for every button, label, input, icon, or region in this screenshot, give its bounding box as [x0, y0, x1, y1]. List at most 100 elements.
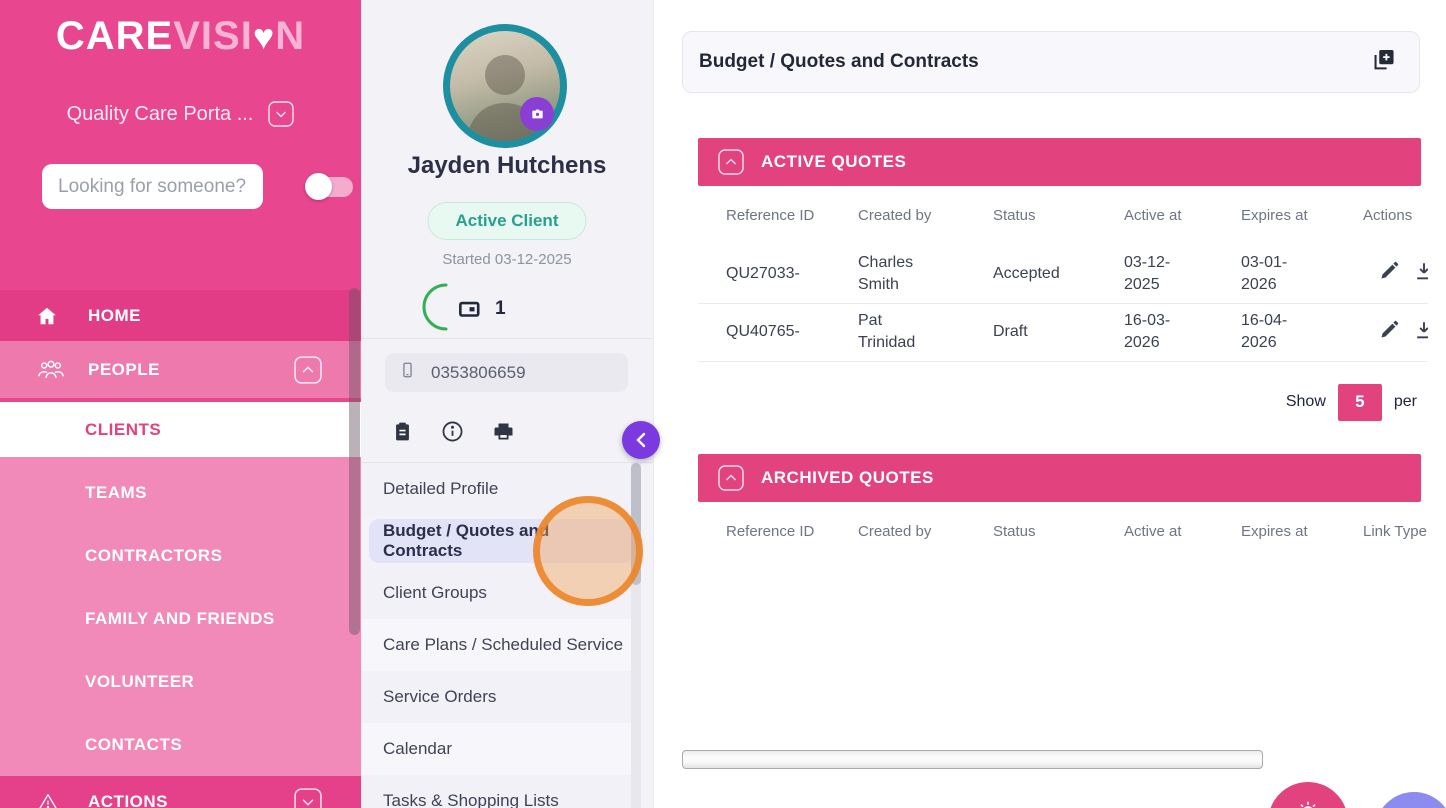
menu-item-budget-quotes-contracts[interactable]: Budget / Quotes and Contracts	[369, 519, 633, 563]
wallet-counter[interactable]: 1	[418, 283, 506, 335]
menu-item-calendar[interactable]: Calendar	[361, 723, 641, 775]
menu-item-label: Detailed Profile	[383, 479, 499, 498]
cell-reference-id: QU27033-	[698, 245, 858, 304]
logo-n: N	[275, 14, 306, 58]
column-header: Reference ID	[726, 522, 815, 540]
column-header: Status	[993, 207, 1036, 224]
chevron-down-icon[interactable]	[294, 788, 322, 808]
search-input[interactable]	[42, 164, 263, 209]
portal-selector[interactable]: Quality Care Porta ...	[0, 101, 361, 127]
info-icon[interactable]	[440, 419, 465, 444]
cell-active-at: 16-03-2026	[1124, 303, 1241, 362]
download-icon[interactable]	[1413, 260, 1428, 287]
clipboard-icon[interactable]	[391, 419, 414, 444]
column-header: Created by	[858, 207, 932, 224]
active-quotes-table: Reference ID Created by Status Active at…	[698, 186, 1428, 362]
sidebar-item-teams[interactable]: TEAMS	[0, 461, 361, 524]
sun-icon	[1294, 795, 1322, 808]
archived-quotes-table: Reference ID Created by Status Active at…	[698, 502, 1428, 561]
archived-quotes-banner: ARCHIVED QUOTES	[698, 453, 1421, 502]
carevision-app: CAREVISI♥N Quality Care Porta ... HOME	[0, 0, 1446, 808]
sidebar-item-actions[interactable]: ACTIONS	[0, 776, 361, 808]
carevision-logo: CAREVISI♥N	[0, 0, 361, 59]
cell-text: Charles Smith	[858, 254, 914, 293]
search-toggle[interactable]	[305, 172, 353, 200]
cell-text: Pat Trinidad	[858, 312, 916, 351]
sidebar-item-label: CONTRACTORS	[85, 545, 223, 565]
cell-expires-at: 16-04-2026	[1241, 303, 1361, 362]
chevron-up-icon[interactable]	[718, 149, 744, 175]
menu-item-service-orders[interactable]: Service Orders	[361, 671, 641, 723]
sidebar-item-label: ACTIONS	[88, 792, 168, 808]
column-header: Active at	[1124, 522, 1182, 540]
sidebar-item-people[interactable]: PEOPLE	[0, 341, 361, 398]
sidebar-item-label: CONTACTS	[85, 734, 183, 754]
column-header: Created by	[858, 522, 932, 540]
cell-reference-id: QU40765-	[698, 303, 858, 362]
portal-selector-label: Quality Care Porta ...	[66, 102, 254, 125]
people-icon	[36, 359, 66, 380]
chevron-up-icon[interactable]	[294, 355, 322, 384]
sidebar-item-label: PEOPLE	[88, 359, 160, 379]
column-header: Expires at	[1241, 207, 1308, 224]
heart-icon: ♥	[252, 16, 276, 57]
client-profile-panel: Jayden Hutchens Active Client Started 03…	[361, 0, 660, 808]
pagination: Show 5 per	[698, 383, 1417, 421]
menu-item-care-plans[interactable]: Care Plans / Scheduled Service	[361, 619, 641, 671]
home-icon	[36, 305, 66, 327]
column-header: Status	[993, 522, 1036, 540]
menu-item-label: Service Orders	[383, 687, 497, 706]
sidebar-item-clients[interactable]: CLIENTS	[0, 402, 361, 457]
copy-plus-icon[interactable]	[1371, 46, 1397, 78]
chevron-up-icon[interactable]	[718, 464, 744, 491]
cell-text: 16-04-2026	[1241, 312, 1288, 351]
sidebar-item-volunteer[interactable]: VOLUNTEER	[0, 650, 361, 713]
cell-actions	[1361, 303, 1428, 362]
camera-icon[interactable]	[520, 97, 554, 131]
printer-icon[interactable]	[491, 419, 516, 444]
sidebar-item-home[interactable]: HOME	[0, 290, 361, 341]
cell-text: 16-03-2026	[1124, 312, 1171, 351]
cell-active-at: 03-12-2025	[1124, 245, 1241, 304]
sidebar-search-row	[42, 164, 361, 209]
sidebar-scrollbar[interactable]	[349, 288, 360, 635]
panel-scrollbar-thumb[interactable]	[631, 463, 641, 585]
cell-actions	[1361, 245, 1428, 304]
page-title: Budget / Quotes and Contracts	[699, 51, 979, 72]
client-name: Jayden Hutchens	[407, 152, 607, 179]
table-row: QU27033- Charles Smith Accepted 03-12-20…	[698, 245, 1428, 304]
chevron-down-icon[interactable]	[268, 101, 295, 127]
edit-pencil-icon[interactable]	[1378, 260, 1400, 287]
sidebar-nav: HOME PEOPLE CLIENTS TEAMS CONTRACTORS FA…	[0, 290, 361, 808]
menu-item-label: Client Groups	[383, 583, 487, 602]
sidebar-item-label: HOME	[88, 305, 141, 325]
column-header: Active at	[1124, 207, 1182, 224]
warning-icon	[36, 791, 66, 808]
menu-item-label: Care Plans / Scheduled Service	[383, 635, 624, 654]
logo-visi: VISI	[173, 14, 253, 58]
cell-text: 03-12-2025	[1124, 254, 1171, 293]
sidebar-item-contractors[interactable]: CONTRACTORS	[0, 524, 361, 587]
sidebar-item-family-and-friends[interactable]: FAMILY AND FRIENDS	[0, 587, 361, 650]
column-header: Reference ID	[726, 207, 815, 224]
cell-text: 03-01-2026	[1241, 254, 1288, 293]
menu-item-label: Budget / Quotes and Contracts	[383, 521, 550, 560]
column-header: Link Type	[1363, 522, 1427, 540]
page-size-selector[interactable]: 5	[1337, 383, 1382, 421]
horizontal-scrollbar[interactable]	[682, 750, 1263, 769]
sidebar-item-contacts[interactable]: CONTACTS	[0, 713, 361, 776]
phone-field[interactable]: 0353806659	[385, 353, 628, 392]
toggle-knob[interactable]	[305, 172, 332, 200]
edit-pencil-icon[interactable]	[1378, 319, 1400, 346]
menu-item-detailed-profile[interactable]: Detailed Profile	[361, 463, 641, 515]
page-header: Budget / Quotes and Contracts	[682, 31, 1420, 93]
menu-item-client-groups[interactable]: Client Groups	[361, 567, 641, 619]
menu-item-tasks-shopping-lists[interactable]: Tasks & Shopping Lists	[361, 775, 641, 808]
cell-expires-at: 03-01-2026	[1241, 245, 1361, 304]
cell-status: Accepted	[993, 245, 1124, 304]
table-header-row: Reference ID Created by Status Active at…	[698, 502, 1428, 561]
logo-care: CARE	[55, 14, 174, 58]
panel-collapse-button[interactable]	[622, 421, 660, 459]
active-quotes-banner: ACTIVE QUOTES	[698, 138, 1421, 186]
download-icon[interactable]	[1413, 319, 1428, 346]
